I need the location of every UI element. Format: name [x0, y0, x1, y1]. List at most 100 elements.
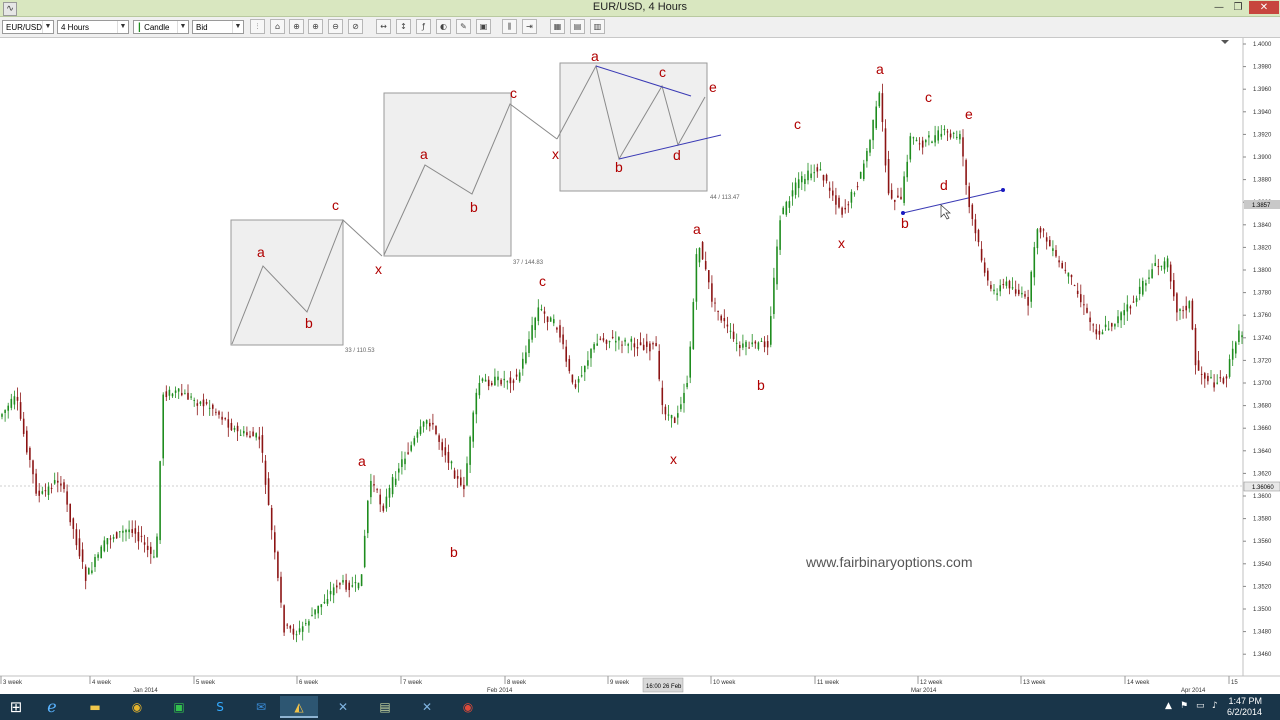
battery-icon[interactable]: ▭: [1196, 701, 1205, 711]
window-title: EUR/USD, 4 Hours: [592, 1, 688, 13]
trading-app-icon[interactable]: ◭: [280, 696, 318, 718]
week-label: 14 week: [1127, 680, 1150, 686]
week-label: 4 week: [92, 680, 112, 686]
crosshair-time-label: 16:00 26 Feb: [646, 684, 682, 690]
chrome-2-icon[interactable]: ◉: [449, 696, 487, 718]
price-axis-label: 1.3680: [1253, 404, 1272, 410]
price-chart[interactable]: 1.4000 1.3980 1.3960 1.3940 1.3920 1.3900 1.38…: [0, 38, 1280, 694]
chart-type-select[interactable]: ┃ Candle ▼: [133, 20, 189, 34]
window-titlebar: ∿ EUR/USD, 4 Hours — ❐ ✕: [0, 0, 1280, 17]
week-label: 13 week: [1023, 680, 1046, 686]
volume-icon[interactable]: ♪: [1212, 701, 1218, 711]
internet-explorer-icon[interactable]: ℯ: [33, 696, 71, 718]
wave-label: b: [757, 377, 765, 393]
lock-icon[interactable]: ⌂: [270, 19, 285, 34]
layout-icon[interactable]: ▥: [590, 19, 605, 34]
wave-label: b: [901, 215, 909, 231]
wave-label: b: [450, 544, 458, 560]
chart-canvas[interactable]: 1.4000 1.3980 1.3960 1.3940 1.3920 1.3900 1.38…: [0, 38, 1280, 694]
chevron-down-icon: ▼: [177, 21, 188, 33]
price-axis-label: 1.3820: [1253, 245, 1272, 251]
grid-icon[interactable]: ▦: [550, 19, 565, 34]
crosshair-price-label: 1.36060: [1252, 485, 1274, 491]
draw-tool-icon[interactable]: ✎: [456, 19, 471, 34]
price-axis-label: 1.3640: [1253, 449, 1272, 455]
wave-label: a: [876, 61, 884, 77]
wave-label: a: [591, 48, 599, 64]
system-clock[interactable]: 1:47 PM 6/2/2014: [1227, 696, 1262, 718]
price-axis-label: 1.4000: [1253, 42, 1272, 48]
outlook-icon[interactable]: ✉: [242, 696, 280, 718]
price-axis-label: 1.3900: [1253, 155, 1272, 161]
zoom-in-plus-icon[interactable]: ⊕: [308, 19, 323, 34]
app-x2-icon[interactable]: ✕: [408, 696, 446, 718]
chart-type-value: Candle: [144, 23, 170, 32]
price-type-value: Bid: [196, 23, 208, 32]
indicators-icon[interactable]: ⫶: [250, 19, 265, 34]
wave-label: c: [794, 116, 801, 132]
shift-chart-icon[interactable]: ⇥: [522, 19, 537, 34]
box-caption-1: 33 / 110.53: [345, 348, 375, 354]
price-axis-label: 1.3460: [1253, 652, 1272, 658]
store-icon[interactable]: ▣: [160, 696, 198, 718]
price-type-select[interactable]: Bid ▼: [192, 20, 244, 34]
price-axis-label: 1.3980: [1253, 65, 1272, 71]
box-caption-3: 44 / 113.47: [710, 195, 740, 201]
wave-label: c: [332, 197, 339, 213]
wave-label: c: [659, 64, 666, 80]
function-icon[interactable]: ƒ: [416, 19, 431, 34]
file-explorer-icon[interactable]: ▬: [76, 696, 114, 718]
week-label: 10 week: [713, 680, 736, 686]
zoom-out-icon[interactable]: ⊖: [328, 19, 343, 34]
zoom-reset-icon[interactable]: ⊘: [348, 19, 363, 34]
week-label: 5 week: [196, 680, 216, 686]
week-label: 6 week: [299, 680, 319, 686]
price-axis-label: 1.3800: [1253, 268, 1272, 274]
chrome-icon[interactable]: ◉: [118, 696, 156, 718]
windows-logo-icon[interactable]: ⊞: [0, 696, 32, 718]
tray-arrow-icon[interactable]: ▲: [1165, 701, 1172, 711]
close-button[interactable]: ✕: [1249, 1, 1279, 14]
wave-label: a: [693, 221, 701, 237]
price-axis-label: 1.3740: [1253, 336, 1272, 342]
wave-label: a: [257, 244, 265, 260]
box-caption-2: 37 / 144.83: [513, 260, 544, 266]
week-label: 11 week: [817, 680, 840, 686]
week-label: 15: [1231, 680, 1238, 686]
calculator-icon[interactable]: ▤: [366, 696, 404, 718]
skype-icon[interactable]: S: [201, 696, 239, 718]
timeframe-select[interactable]: 4 Hours ▼: [57, 20, 129, 34]
wave-label: x: [670, 451, 677, 467]
chevron-down-icon: ▼: [117, 21, 128, 33]
wave-label: a: [358, 453, 366, 469]
zoom-in-icon[interactable]: ⊕: [289, 19, 304, 34]
network-icon[interactable]: ⚑: [1180, 701, 1188, 711]
template-icon[interactable]: ▤: [570, 19, 585, 34]
price-axis-label: 1.3580: [1253, 517, 1272, 523]
vertical-line-icon[interactable]: ↕: [396, 19, 411, 34]
current-price-label: 1.3857: [1252, 203, 1272, 209]
clock-date: 6/2/2014: [1226, 707, 1262, 717]
save-icon[interactable]: ▣: [476, 19, 491, 34]
wave-label: x: [838, 235, 845, 251]
price-axis-label: 1.3840: [1253, 223, 1272, 229]
price-axis-label: 1.3720: [1253, 358, 1272, 364]
period-separator-icon[interactable]: ⫼: [502, 19, 517, 34]
horizontal-line-icon[interactable]: ↔: [376, 19, 391, 34]
chart-type-icon: ┃: [137, 23, 142, 32]
price-axis-label: 1.3940: [1253, 110, 1272, 116]
price-axis-label: 1.3920: [1253, 132, 1272, 138]
palette-icon[interactable]: ◐: [436, 19, 451, 34]
restore-button[interactable]: ❐: [1229, 1, 1247, 14]
week-label: 8 week: [507, 680, 527, 686]
week-label: 9 week: [610, 680, 630, 686]
app-x1-icon[interactable]: ✕: [324, 696, 362, 718]
wave-label: a: [420, 146, 428, 162]
minimize-button[interactable]: —: [1210, 1, 1228, 14]
price-axis-label: 1.3480: [1253, 630, 1272, 636]
symbol-select[interactable]: EUR/USD ▼: [2, 20, 54, 34]
week-label: 7 week: [403, 680, 423, 686]
wave-box-3: [556, 62, 722, 192]
price-axis-label: 1.3760: [1253, 313, 1272, 319]
wave-label: e: [965, 106, 973, 122]
